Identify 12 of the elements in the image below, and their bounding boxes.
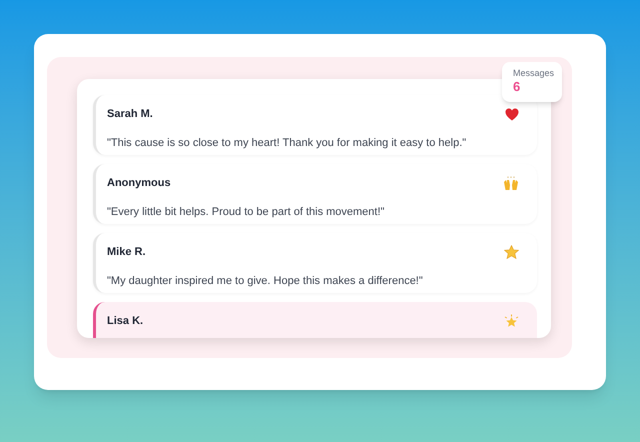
- sender-name: Mike R.: [107, 245, 146, 260]
- message-text: "Every little bit helps. Proud to be part of this movement!": [107, 204, 386, 220]
- message-text: "My daughter inspired me to give. Hope this makes a difference!": [107, 274, 424, 288]
- sender-name: Anonymous: [107, 176, 171, 191]
- sender-name: Lisa K.: [107, 314, 144, 329]
- counter-label: Messages: [513, 69, 556, 78]
- heart-icon: [505, 108, 519, 121]
- counter-value: 6: [513, 80, 522, 93]
- glowing-star-icon: [504, 314, 519, 329]
- sender-name: Sarah M.: [107, 107, 153, 122]
- message-text: "This cause is so close to my heart! Thank you for making it easy to help.": [107, 136, 468, 150]
- star-icon: [504, 245, 519, 260]
